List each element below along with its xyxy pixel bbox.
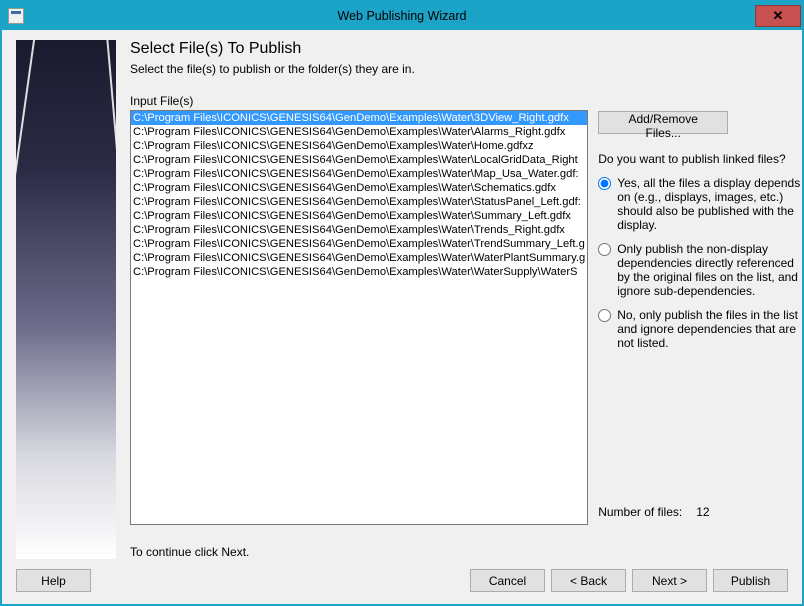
- linked-files-option[interactable]: Only publish the non-display dependencie…: [598, 242, 804, 298]
- cancel-button[interactable]: Cancel: [470, 569, 545, 592]
- linked-files-option[interactable]: Yes, all the files a display depends on …: [598, 176, 804, 232]
- list-item[interactable]: C:\Program Files\ICONICS\GENESIS64\GenDe…: [131, 181, 587, 195]
- back-button[interactable]: < Back: [551, 569, 626, 592]
- close-icon: ✕: [773, 8, 784, 24]
- page-subheading: Select the file(s) to publish or the fol…: [130, 62, 804, 76]
- list-item[interactable]: C:\Program Files\ICONICS\GENESIS64\GenDe…: [131, 237, 587, 251]
- radio-label: Yes, all the files a display depends on …: [617, 176, 804, 232]
- list-item[interactable]: C:\Program Files\ICONICS\GENESIS64\GenDe…: [131, 111, 587, 125]
- list-item[interactable]: C:\Program Files\ICONICS\GENESIS64\GenDe…: [131, 223, 587, 237]
- linked-files-option[interactable]: No, only publish the files in the list a…: [598, 308, 804, 350]
- list-item[interactable]: C:\Program Files\ICONICS\GENESIS64\GenDe…: [131, 265, 587, 279]
- radio-input[interactable]: [598, 243, 611, 256]
- radio-input[interactable]: [598, 177, 611, 190]
- list-item[interactable]: C:\Program Files\ICONICS\GENESIS64\GenDe…: [131, 251, 587, 265]
- list-item[interactable]: C:\Program Files\ICONICS\GENESIS64\GenDe…: [131, 125, 587, 139]
- file-count-label: Number of files:: [598, 505, 682, 519]
- radio-input[interactable]: [598, 309, 611, 322]
- list-item[interactable]: C:\Program Files\ICONICS\GENESIS64\GenDe…: [131, 209, 587, 223]
- linked-files-question: Do you want to publish linked files?: [598, 152, 804, 166]
- next-button[interactable]: Next >: [632, 569, 707, 592]
- publish-button[interactable]: Publish: [713, 569, 788, 592]
- list-item[interactable]: C:\Program Files\ICONICS\GENESIS64\GenDe…: [131, 195, 587, 209]
- title-bar: Web Publishing Wizard ✕: [2, 2, 802, 30]
- list-item[interactable]: C:\Program Files\ICONICS\GENESIS64\GenDe…: [131, 139, 587, 153]
- input-files-label: Input File(s): [130, 94, 588, 108]
- help-button[interactable]: Help: [16, 569, 91, 592]
- input-files-listbox[interactable]: C:\Program Files\ICONICS\GENESIS64\GenDe…: [130, 110, 588, 525]
- radio-label: No, only publish the files in the list a…: [617, 308, 804, 350]
- page-heading: Select File(s) To Publish: [130, 40, 804, 58]
- window-title: Web Publishing Wizard: [2, 9, 802, 23]
- app-icon: [8, 8, 24, 24]
- close-button[interactable]: ✕: [755, 5, 801, 27]
- add-remove-files-button[interactable]: Add/Remove Files...: [598, 111, 728, 134]
- continue-hint: To continue click Next.: [130, 545, 588, 559]
- wizard-main: Select File(s) To Publish Select the fil…: [130, 40, 804, 559]
- wizard-content: Select File(s) To Publish Select the fil…: [2, 30, 802, 604]
- list-item[interactable]: C:\Program Files\ICONICS\GENESIS64\GenDe…: [131, 153, 587, 167]
- radio-label: Only publish the non-display dependencie…: [617, 242, 804, 298]
- linked-files-radio-group: Yes, all the files a display depends on …: [598, 176, 804, 350]
- wizard-footer: Help Cancel < Back Next > Publish: [16, 559, 788, 592]
- list-item[interactable]: C:\Program Files\ICONICS\GENESIS64\GenDe…: [131, 167, 587, 181]
- wizard-sidebar-graphic: [16, 40, 116, 559]
- file-count-value: 12: [696, 505, 709, 519]
